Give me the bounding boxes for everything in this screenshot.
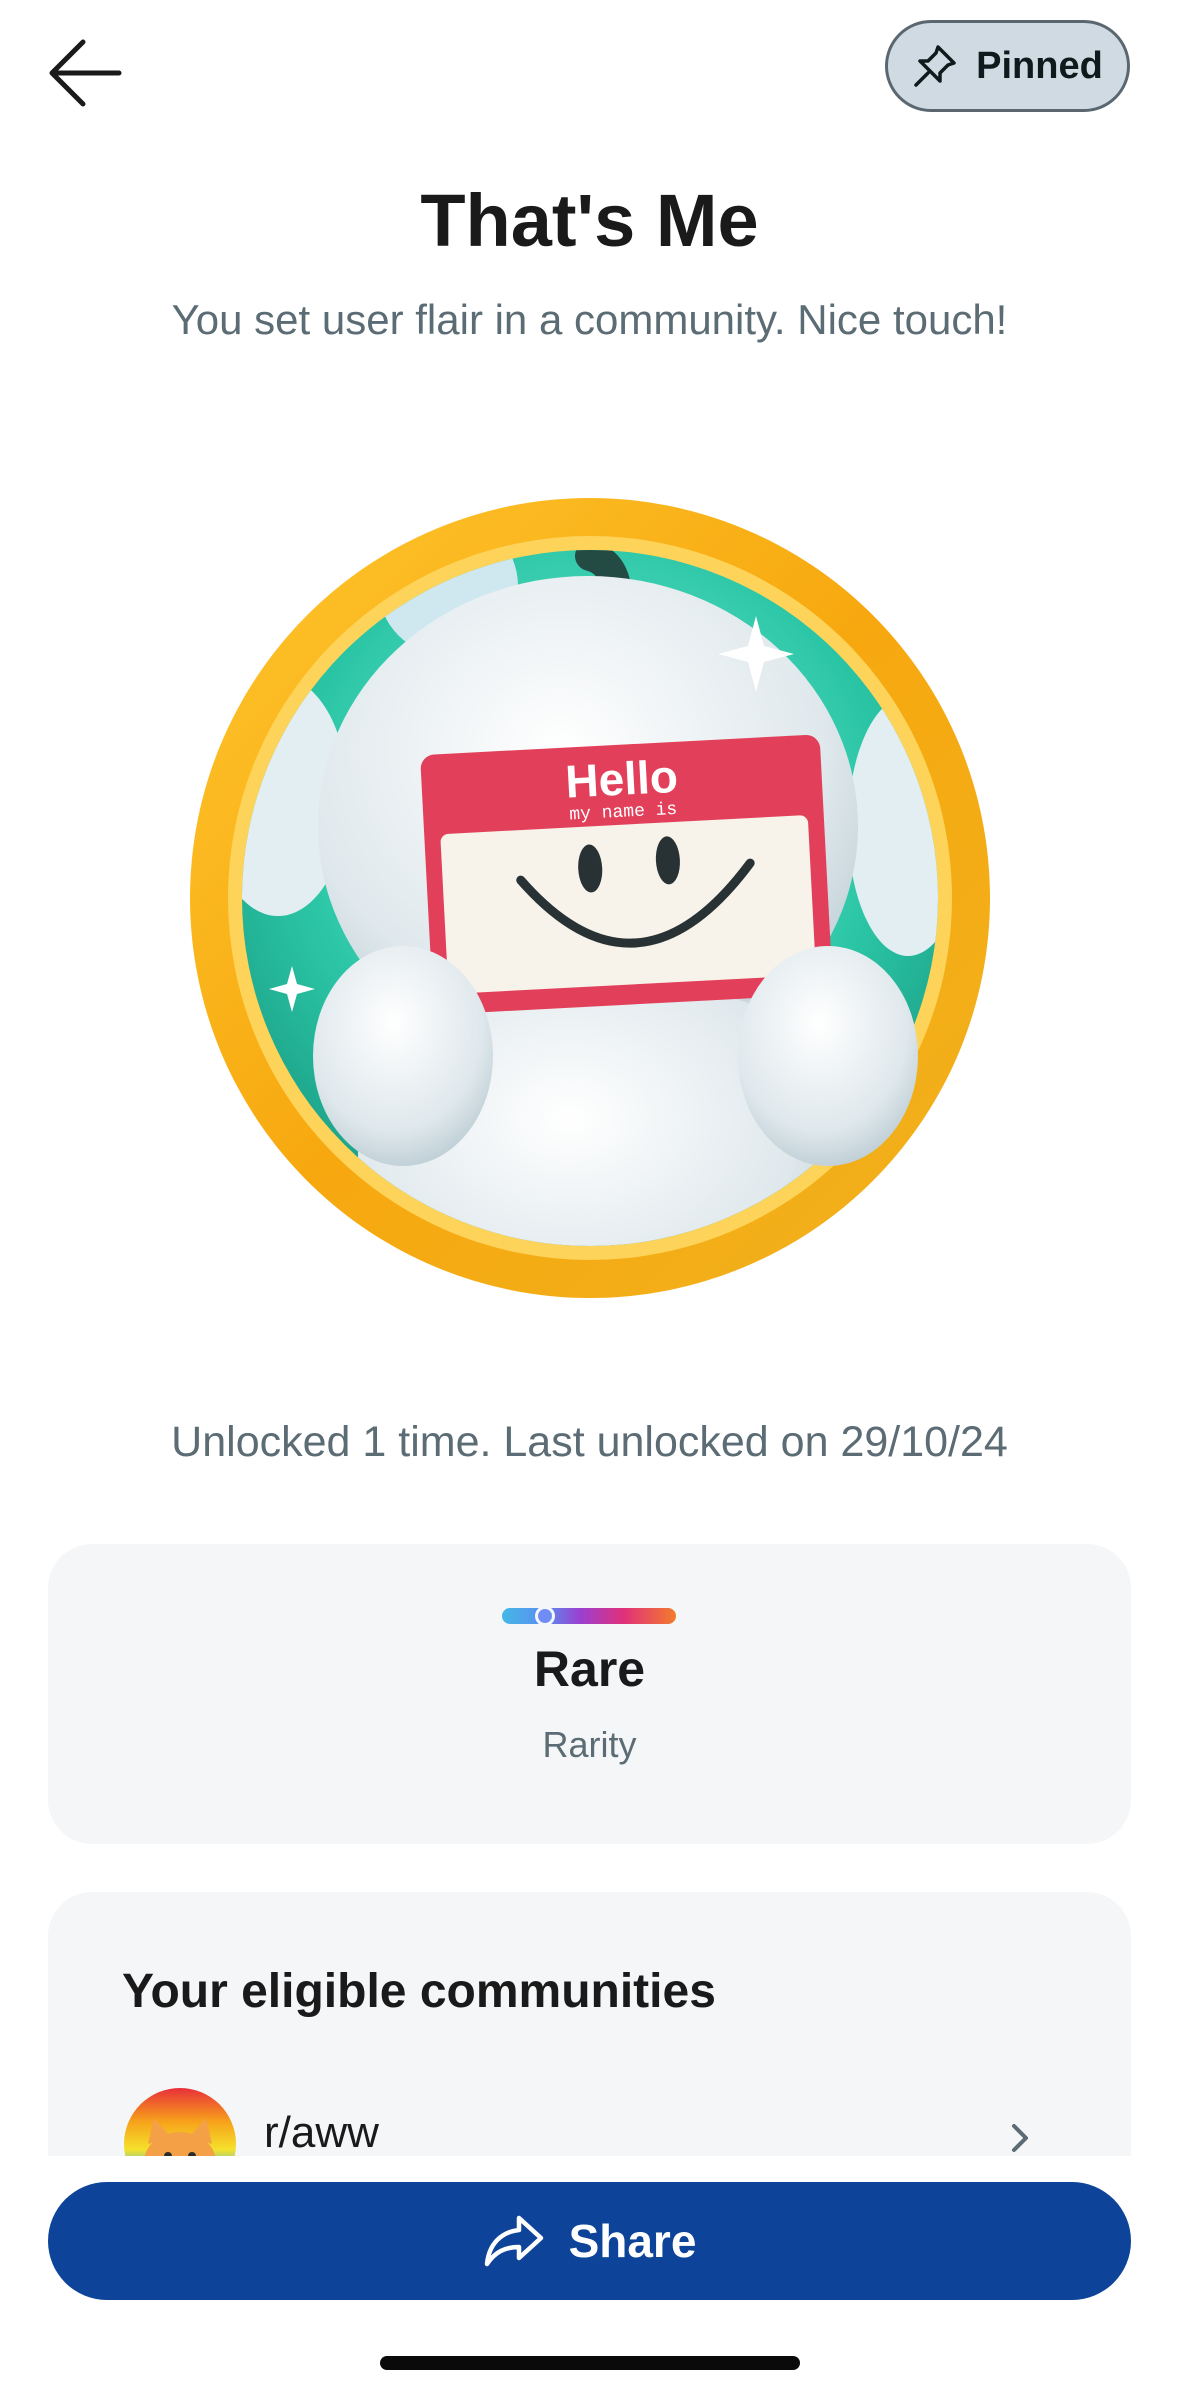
eligible-communities-title: Your eligible communities: [122, 1965, 716, 2018]
share-label: Share: [568, 2215, 697, 2267]
share-button[interactable]: Share: [48, 2182, 1131, 2300]
community-name[interactable]: r/aww: [264, 2108, 379, 2156]
home-indicator[interactable]: [380, 2356, 800, 2370]
share-arrow-icon: [484, 2215, 543, 2267]
chevron-right-icon[interactable]: [1000, 2118, 1040, 2156]
scroll-content: Your eligible communities r/aww: [0, 0, 1179, 2156]
